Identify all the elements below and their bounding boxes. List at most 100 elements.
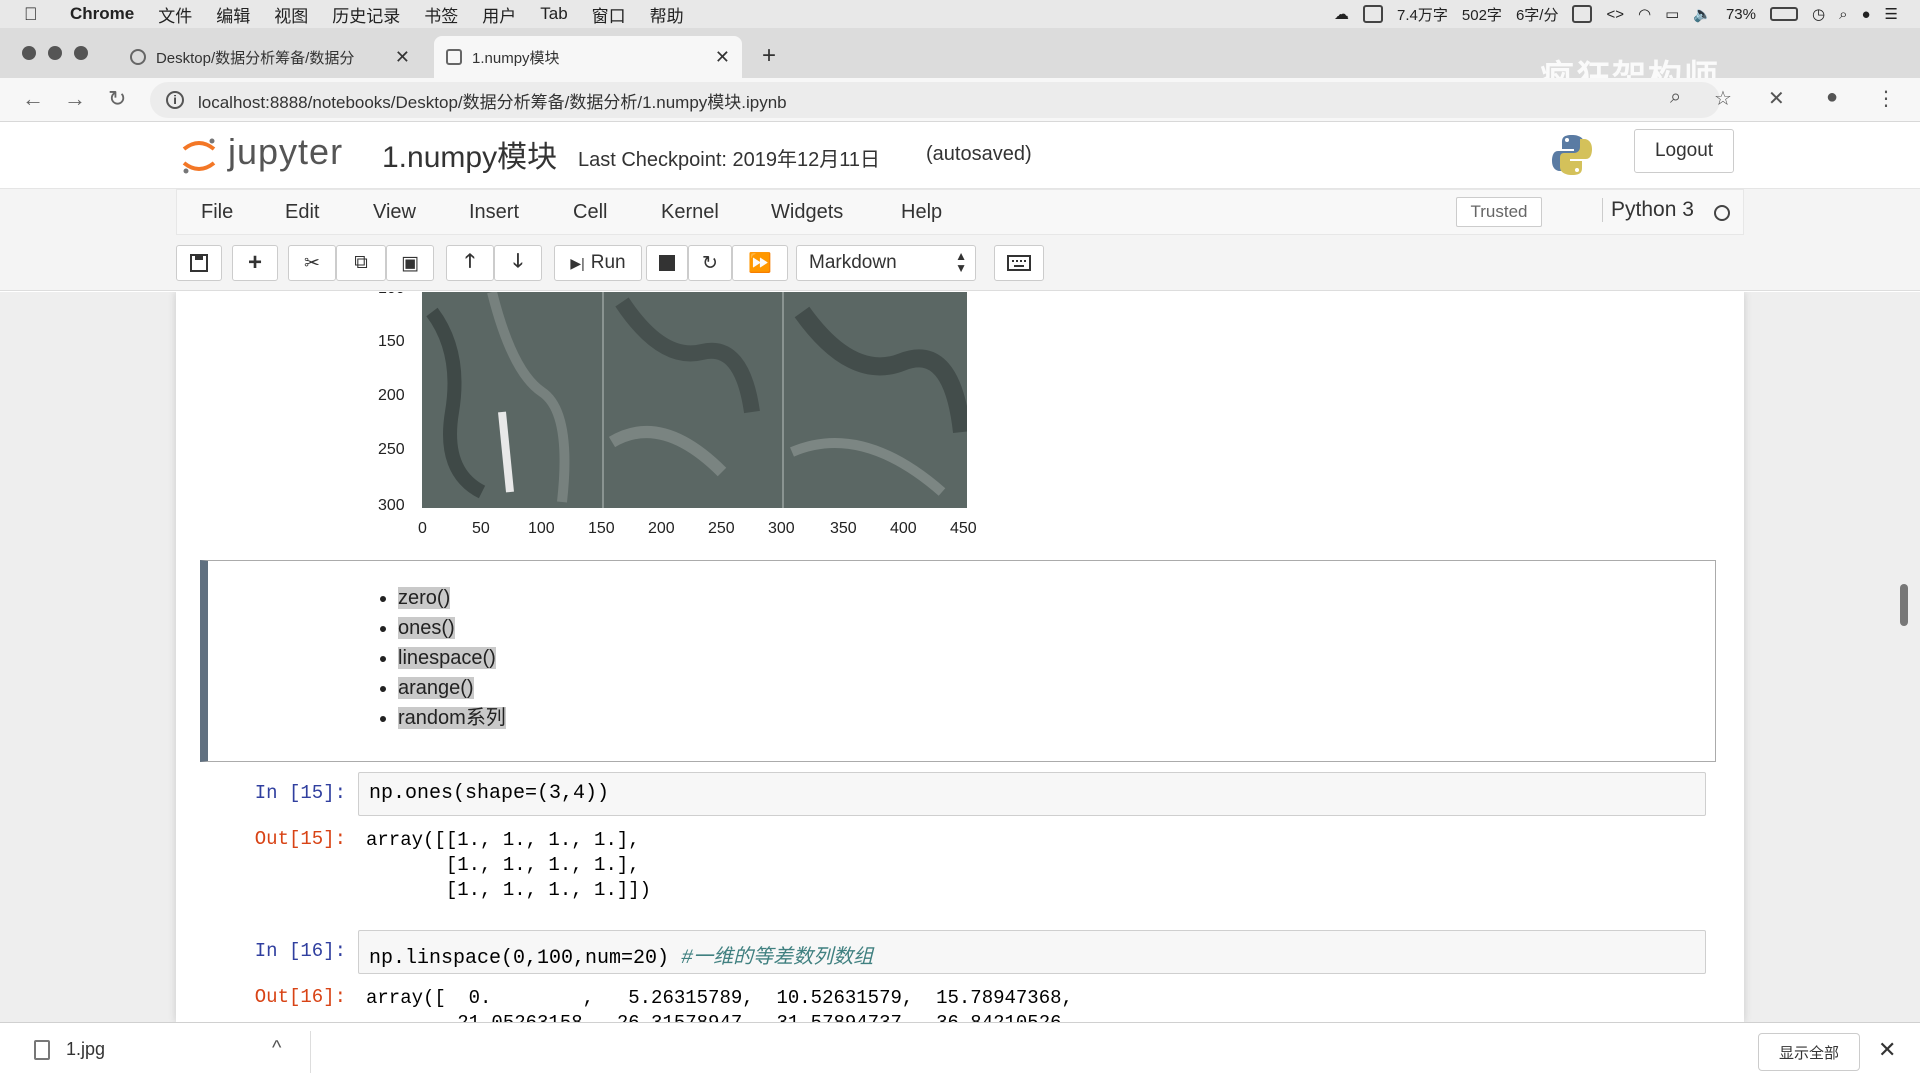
kernel-idle-icon bbox=[1714, 205, 1730, 221]
x-tick-label: 400 bbox=[890, 520, 917, 537]
logout-button[interactable]: Logout bbox=[1634, 129, 1734, 173]
menu-insert[interactable]: Insert bbox=[469, 201, 519, 224]
menu-edit[interactable]: Edit bbox=[285, 201, 319, 224]
zoom-icon[interactable]: ⌕ bbox=[1670, 86, 1681, 109]
os-menu-window[interactable]: 窗口 bbox=[592, 2, 626, 27]
app-menu-chrome[interactable]: Chrome bbox=[70, 4, 134, 24]
markdown-cell[interactable]: zero() ones() linespace() arange() rando… bbox=[200, 560, 1716, 762]
list-item: linespace() bbox=[398, 643, 506, 673]
wifi-icon[interactable]: ◠ bbox=[1638, 5, 1651, 23]
menu-file[interactable]: File bbox=[201, 201, 233, 224]
download-item[interactable]: 1.jpg bbox=[34, 1039, 105, 1060]
markdown-list: zero() ones() linespace() arange() rando… bbox=[398, 583, 506, 733]
address-bar[interactable]: i localhost:8888/notebooks/Desktop/数据分析筹… bbox=[150, 82, 1720, 118]
cloud-icon[interactable]: ☁ bbox=[1334, 5, 1349, 23]
volume-icon[interactable]: 🔈 bbox=[1693, 5, 1712, 23]
os-menubar:  Chrome 文件 编辑 视图 历史记录 书签 用户 Tab 窗口 帮助 ☁… bbox=[0, 0, 1920, 28]
status-area: ☁ 7.4万字 502字 6字/分 <> ◠ ▭ 🔈 73% ◷ ⌕ ● ☰ bbox=[1334, 4, 1920, 25]
y-tick-label: 100 bbox=[378, 292, 405, 298]
zoom-window-button[interactable] bbox=[74, 46, 88, 60]
clock-icon[interactable]: ◷ bbox=[1812, 5, 1825, 23]
x-tick-label: 200 bbox=[648, 520, 675, 537]
close-tab-icon[interactable]: ✕ bbox=[395, 47, 410, 68]
list-item: ones() bbox=[398, 613, 506, 643]
save-icon[interactable] bbox=[176, 245, 222, 281]
search-icon[interactable]: ⌕ bbox=[1839, 6, 1847, 23]
y-tick-label: 300 bbox=[378, 497, 405, 514]
os-menu-bookmarks[interactable]: 书签 bbox=[424, 2, 458, 27]
paste-icon[interactable]: ▣ bbox=[386, 245, 434, 281]
notebook-container: 100 150 200 250 300 0 bbox=[176, 292, 1744, 1022]
os-menu-help[interactable]: 帮助 bbox=[650, 2, 684, 27]
run-button[interactable]: ▶| Run bbox=[554, 245, 642, 281]
menu-widgets[interactable]: Widgets bbox=[771, 201, 843, 224]
tab-desktop[interactable]: Desktop/数据分析筹备/数据分 ✕ bbox=[118, 36, 422, 78]
reload-icon[interactable]: ↻ bbox=[108, 86, 126, 112]
close-tab-icon[interactable]: ✕ bbox=[715, 47, 730, 68]
jupyter-logo-icon[interactable] bbox=[180, 135, 218, 177]
code-output: array([ 0. , 5.26315789, 10.52631579, 15… bbox=[366, 987, 1073, 1022]
forward-icon[interactable]: → bbox=[64, 86, 86, 112]
back-icon[interactable]: ← bbox=[22, 86, 44, 112]
notebook-name[interactable]: 1.numpy模块 bbox=[382, 132, 557, 176]
select-arrows-icon: ▲ ▼ bbox=[955, 249, 967, 275]
menu-dots-icon[interactable]: ⋮ bbox=[1876, 86, 1896, 111]
os-menu-edit[interactable]: 编辑 bbox=[216, 2, 250, 27]
trusted-indicator[interactable]: Trusted bbox=[1456, 197, 1542, 227]
menu-kernel[interactable]: Kernel bbox=[661, 201, 719, 224]
input-prompt: In [15]: bbox=[254, 782, 346, 804]
restart-run-all-icon[interactable]: ⏩ bbox=[732, 245, 788, 281]
chevron-up-icon[interactable]: ^ bbox=[272, 1037, 281, 1060]
insert-cell-icon[interactable]: + bbox=[232, 245, 278, 281]
close-window-button[interactable] bbox=[22, 46, 36, 60]
code-input[interactable]: np.linspace(0,100,num=20) #一维的等差数列数组 bbox=[358, 930, 1706, 974]
airplay-icon[interactable]: ▭ bbox=[1665, 5, 1679, 23]
download-bar: 1.jpg ^ 显示全部 ✕ bbox=[0, 1022, 1920, 1080]
notebook-area: 100 150 200 250 300 0 bbox=[0, 292, 1920, 1022]
cut-icon[interactable]: ✂ bbox=[288, 245, 336, 281]
show-all-button[interactable]: 显示全部 bbox=[1758, 1033, 1860, 1071]
os-menu-tab[interactable]: Tab bbox=[540, 4, 567, 24]
keyboard-icon[interactable] bbox=[994, 245, 1044, 281]
jupyter-logo-text[interactable]: jupyter bbox=[228, 131, 343, 173]
menu-view[interactable]: View bbox=[373, 201, 416, 224]
list-icon[interactable]: ☰ bbox=[1885, 5, 1898, 23]
user-icon[interactable]: ● bbox=[1861, 6, 1870, 23]
os-menu-people[interactable]: 用户 bbox=[482, 2, 516, 27]
code-icon[interactable]: <> bbox=[1606, 6, 1624, 23]
char-count-status: 502字 bbox=[1461, 6, 1502, 24]
tab-title: Desktop/数据分析筹备/数据分 bbox=[155, 49, 355, 67]
menu-cell[interactable]: Cell bbox=[573, 201, 607, 224]
close-icon[interactable]: ✕ bbox=[1878, 1037, 1896, 1063]
os-menu-file[interactable]: 文件 bbox=[158, 2, 192, 27]
os-menu-view[interactable]: 视图 bbox=[274, 2, 308, 27]
battery-icon[interactable] bbox=[1769, 7, 1798, 21]
kernel-name[interactable]: Python 3 bbox=[1602, 198, 1694, 222]
x-tick-label: 300 bbox=[768, 520, 795, 537]
new-tab-button[interactable]: + bbox=[762, 42, 776, 70]
screen-icon[interactable] bbox=[1363, 5, 1384, 23]
x-tick-label: 50 bbox=[472, 520, 490, 537]
code-input[interactable]: np.ones(shape=(3,4)) bbox=[358, 772, 1706, 816]
url-text[interactable]: localhost:8888/notebooks/Desktop/数据分析筹备/… bbox=[198, 88, 787, 113]
app-icon[interactable] bbox=[1572, 5, 1593, 23]
move-down-icon[interactable]: 🡓 bbox=[494, 245, 542, 281]
page-scrollbar[interactable] bbox=[1900, 584, 1908, 626]
interrupt-icon[interactable] bbox=[646, 245, 688, 281]
profile-icon[interactable]: ● bbox=[1826, 86, 1838, 109]
os-menu-history[interactable]: 历史记录 bbox=[332, 2, 400, 27]
apple-icon[interactable]:  bbox=[24, 4, 48, 25]
restart-icon[interactable]: ↻ bbox=[688, 245, 732, 281]
tab-numpy[interactable]: 1.numpy模块 ✕ bbox=[434, 36, 742, 78]
minimize-window-button[interactable] bbox=[48, 46, 62, 60]
loading-icon bbox=[130, 49, 146, 65]
cell-type-select[interactable]: Markdown ▲ ▼ bbox=[796, 245, 976, 281]
bookmark-star-icon[interactable]: ☆ bbox=[1714, 86, 1732, 111]
move-up-icon[interactable]: 🡑 bbox=[446, 245, 494, 281]
jupyter-toolbar: + ✂ ⧉ ▣ 🡑 🡓 ▶| Run ↻ ⏩ Markdown ▲ ▼ bbox=[0, 235, 1920, 291]
list-item: zero() bbox=[398, 583, 506, 613]
copy-icon[interactable]: ⧉ bbox=[336, 245, 386, 281]
info-icon[interactable]: i bbox=[166, 91, 184, 109]
menu-help[interactable]: Help bbox=[901, 201, 942, 224]
extension-icon[interactable]: ✕ bbox=[1768, 86, 1785, 111]
